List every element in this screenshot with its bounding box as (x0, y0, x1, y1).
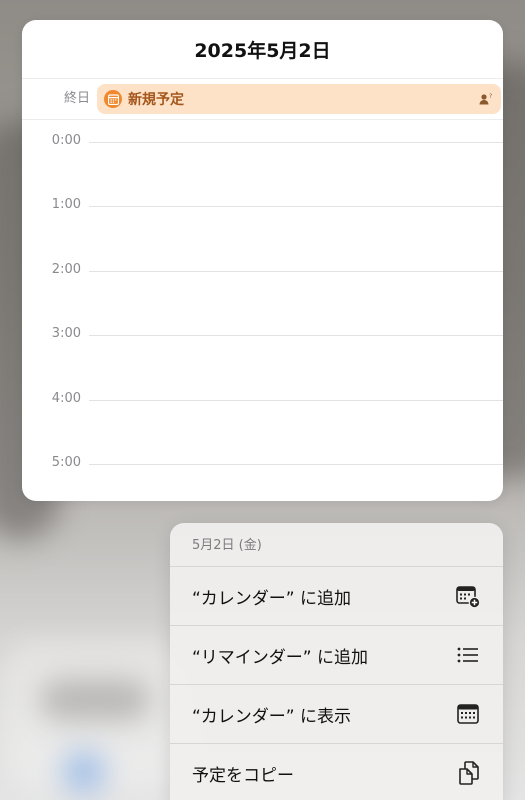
hour-row: 3:00 (22, 313, 503, 377)
person-question-icon: ? (479, 91, 493, 110)
hour-label: 5:00 (51, 454, 81, 470)
hour-label: 4:00 (51, 390, 81, 406)
menu-item-show-in-calendar[interactable]: “カレンダー” に表示 (170, 685, 503, 744)
calendar-day-preview[interactable]: 2025年5月2日 終日 新規予定 ? 0:00 1:00 2:00 3:00 … (22, 20, 503, 501)
context-menu: 5月2日 (金) “カレンダー” に追加 “リマインダー” に追加 “カレンダー… (170, 523, 503, 800)
calendar-add-icon (455, 583, 481, 609)
hour-divider (89, 463, 503, 465)
hour-divider (89, 206, 503, 208)
menu-item-add-to-calendar[interactable]: “カレンダー” に追加 (170, 567, 503, 626)
hour-row: 4:00 (22, 378, 503, 442)
copy-icon (455, 760, 481, 786)
event-title: 新規予定 (128, 92, 184, 108)
list-icon (455, 642, 481, 668)
hour-label: 3:00 (51, 326, 81, 342)
hour-divider (89, 399, 503, 401)
hour-row: 0:00 (22, 120, 503, 184)
allday-event[interactable]: 新規予定 ? (97, 84, 501, 114)
hour-divider (89, 270, 503, 272)
menu-item-label: 予定をコピー (192, 765, 294, 786)
hour-grid: 0:00 1:00 2:00 3:00 4:00 5:00 (22, 120, 503, 501)
menu-item-label: “カレンダー” に表示 (192, 706, 352, 727)
hour-label: 0:00 (51, 133, 81, 148)
svg-text:?: ? (489, 93, 492, 100)
menu-item-label: “カレンダー” に追加 (192, 588, 352, 609)
allday-label: 終日 (63, 91, 90, 106)
menu-item-add-to-reminders[interactable]: “リマインダー” に追加 (170, 626, 503, 685)
hour-label: 1:00 (51, 197, 81, 213)
hour-row: 1:00 (22, 184, 503, 248)
menu-item-copy-event[interactable]: 予定をコピー (170, 744, 503, 800)
menu-item-label: “リマインダー” に追加 (192, 647, 369, 668)
calendar-icon (104, 90, 122, 108)
calendar-icon (455, 701, 481, 727)
background-blur (62, 750, 106, 794)
allday-row: 終日 新規予定 ? (22, 79, 503, 120)
menu-header-date: 5月2日 (金) (170, 523, 503, 567)
hour-row: 2:00 (22, 249, 503, 313)
hour-row: 5:00 (22, 442, 503, 501)
date-title: 2025年5月2日 (22, 20, 503, 79)
hour-divider (89, 142, 503, 143)
hour-label: 2:00 (51, 261, 81, 277)
hour-divider (89, 335, 503, 337)
